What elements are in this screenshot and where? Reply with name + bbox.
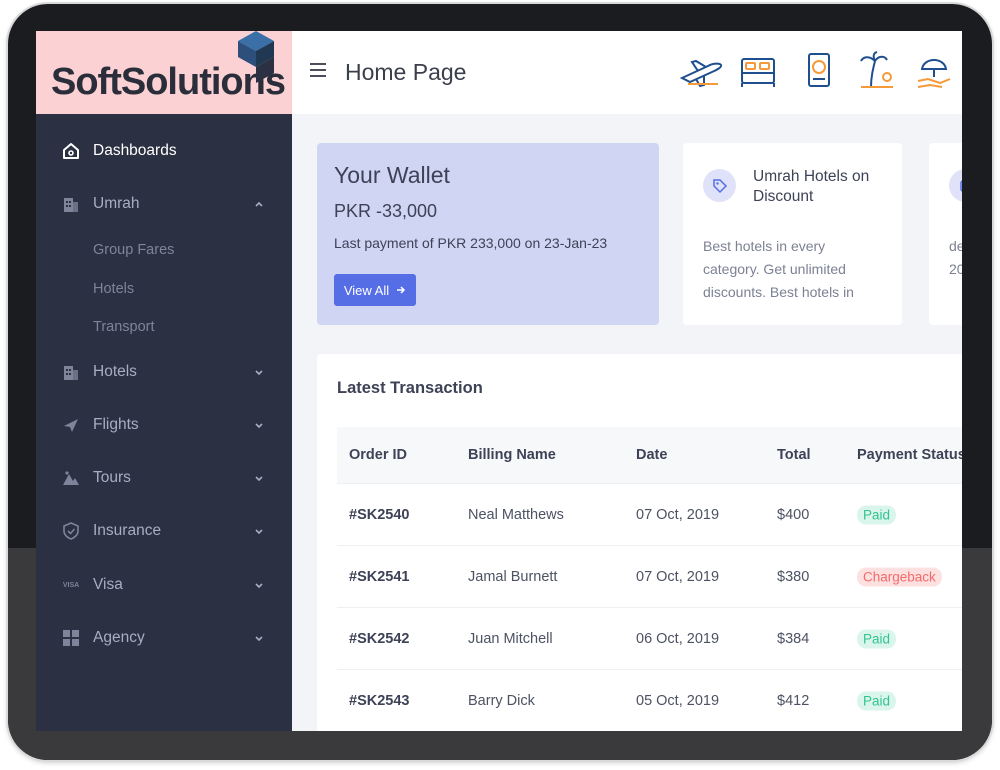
promo-description-line: de — [949, 238, 962, 254]
arrow-right-icon — [397, 286, 406, 294]
chevron-down-icon — [255, 423, 263, 429]
sidebar-item-insurance[interactable]: Insurance — [36, 511, 292, 551]
home-icon — [62, 142, 80, 160]
order-total: $400 — [777, 506, 810, 523]
sidebar-item-label: Hotels — [93, 363, 137, 380]
order-total: $380 — [777, 568, 810, 585]
sidebar-item-agency[interactable]: Agency — [36, 618, 292, 658]
wallet-card: Your Wallet PKR -33,000 Last payment of … — [317, 143, 659, 325]
wallet-title: Your Wallet — [334, 162, 450, 188]
sidebar-item-label: Visa — [93, 576, 123, 593]
column-header[interactable]: Date — [636, 447, 667, 463]
promo-card-umrah-hotels[interactable]: Umrah Hotels on Discount Best hotels in … — [683, 143, 902, 325]
promo-description: Best hotels in every category. Get unlim… — [703, 238, 854, 300]
promo-card-2[interactable]: de 20 — [929, 143, 962, 325]
order-total: $384 — [777, 630, 810, 647]
billing-name: Jamal Burnett — [468, 568, 558, 585]
status-badge: Paid — [857, 629, 897, 648]
billing-name: Neal Matthews — [468, 506, 564, 523]
brand-logo-icon — [238, 31, 274, 83]
view-all-label: View All — [343, 282, 390, 298]
sidebar-subitem-hotels[interactable]: Hotels — [93, 281, 134, 297]
page-title: Home Page — [345, 59, 467, 85]
order-date: 07 Oct, 2019 — [636, 568, 720, 585]
order-date: 07 Oct, 2019 — [636, 506, 720, 523]
promo-icon — [949, 169, 962, 202]
sidebar-subitem-group-fares[interactable]: Group Fares — [93, 242, 174, 258]
table-row[interactable]: #SK2540 Neal Matthews 07 Oct, 2019 $400 … — [337, 483, 962, 545]
sidebar-item-flights[interactable]: Flights — [36, 405, 292, 445]
table-row[interactable]: #SK2541 Jamal Burnett 07 Oct, 2019 $380 … — [337, 545, 962, 607]
brand-header[interactable]: SoftSolutions — [36, 31, 292, 114]
order-id[interactable]: #SK2541 — [349, 569, 409, 585]
order-date: 05 Oct, 2019 — [636, 692, 720, 709]
latest-transactions-card: Latest Transaction Order ID Billing Name… — [317, 354, 962, 731]
table-row[interactable]: #SK2542 Juan Mitchell 06 Oct, 2019 $384 … — [337, 607, 962, 669]
insurance-hand-icon[interactable] — [912, 51, 958, 91]
order-date: 06 Oct, 2019 — [636, 630, 720, 647]
beach-palm-icon[interactable] — [853, 51, 899, 91]
order-id[interactable]: #SK2542 — [349, 631, 409, 647]
status-badge: Paid — [857, 505, 897, 524]
order-id[interactable]: #SK2543 — [349, 693, 409, 709]
chevron-down-icon — [255, 529, 263, 535]
billing-name: Barry Dick — [468, 692, 535, 709]
column-header[interactable]: Billing Name — [468, 447, 556, 463]
view-all-button[interactable]: View All — [334, 274, 416, 306]
building-icon — [62, 363, 80, 381]
sidebar-item-label: Agency — [93, 629, 145, 646]
sidebar-item-label: Flights — [93, 416, 139, 433]
status-badge: Paid — [857, 691, 897, 710]
tag-icon — [703, 169, 736, 202]
grid-icon — [62, 629, 80, 647]
hotel-bed-icon[interactable] — [736, 51, 782, 91]
chevron-down-icon — [255, 636, 263, 642]
table-row[interactable]: #SK2543 Barry Dick 05 Oct, 2019 $412 Pai… — [337, 669, 962, 731]
sidebar-item-label: Tours — [93, 469, 131, 486]
order-id[interactable]: #SK2540 — [349, 507, 409, 523]
sidebar: Dashboards Umrah Group Fares Hotels Tran… — [36, 114, 292, 731]
chevron-up-icon — [255, 201, 263, 207]
promo-description: de 20 — [949, 235, 962, 281]
airplane-icon[interactable] — [678, 51, 724, 91]
sidebar-item-dashboards[interactable]: Dashboards — [36, 131, 292, 171]
sidebar-subitem-transport[interactable]: Transport — [93, 319, 155, 335]
column-header[interactable]: Payment Status — [857, 447, 962, 463]
status-badge: Chargeback — [857, 567, 942, 586]
visa-icon: VISA — [62, 581, 80, 589]
promo-description-line: 20 — [949, 261, 962, 277]
chevron-down-icon — [255, 583, 263, 589]
promo-title: Umrah Hotels on Discount — [753, 168, 870, 205]
building-icon — [62, 195, 80, 213]
passport-icon[interactable] — [796, 51, 842, 91]
sidebar-item-visa[interactable]: VISA Visa — [36, 565, 292, 605]
sidebar-item-umrah[interactable]: Umrah — [36, 184, 292, 224]
sidebar-item-hotels[interactable]: Hotels — [36, 352, 292, 392]
menu-toggle-icon[interactable] — [310, 63, 326, 77]
mountain-icon — [62, 469, 80, 487]
app-screen: SoftSolutions Dashboards Umrah Group Far… — [36, 31, 962, 731]
chevron-down-icon — [255, 476, 263, 482]
section-title: Latest Transaction — [337, 379, 483, 397]
wallet-balance: PKR -33,000 — [334, 201, 438, 221]
sidebar-item-label: Dashboards — [93, 142, 177, 159]
sidebar-item-tours[interactable]: Tours — [36, 458, 292, 498]
column-header[interactable]: Order ID — [349, 447, 407, 463]
shield-icon — [62, 522, 80, 540]
billing-name: Juan Mitchell — [468, 630, 553, 647]
plane-icon — [62, 416, 80, 434]
table-header: Order ID Billing Name Date Total Payment… — [337, 427, 962, 483]
wallet-last-payment: Last payment of PKR 233,000 on 23-Jan-23 — [334, 235, 608, 251]
chevron-down-icon — [255, 370, 263, 376]
sidebar-item-label: Umrah — [93, 195, 140, 212]
order-total: $412 — [777, 692, 810, 709]
topbar: Home Page — [292, 31, 962, 114]
column-header[interactable]: Total — [777, 447, 811, 463]
sidebar-item-label: Insurance — [93, 522, 162, 539]
